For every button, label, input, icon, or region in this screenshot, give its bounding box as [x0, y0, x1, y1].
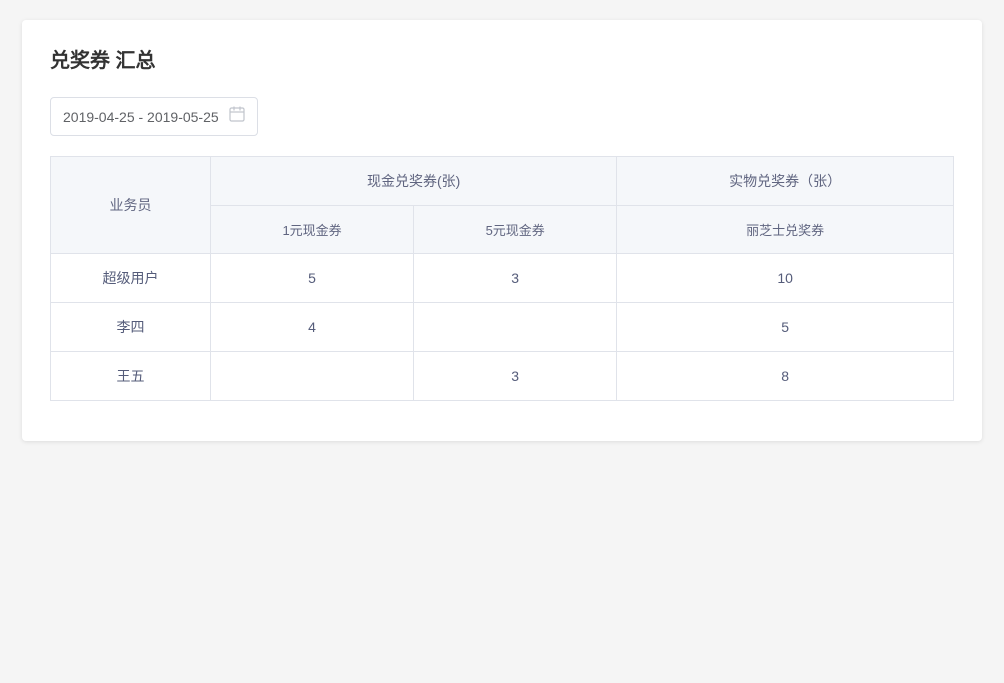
main-card: 兑奖券 汇总 2019-04-25 - 2019-05-25 业务员 现金兑奖券… — [22, 20, 982, 441]
cell-physical-1: 5 — [617, 303, 954, 352]
table-row: 李四4 5 — [51, 303, 954, 352]
cell-salesperson: 李四 — [51, 303, 211, 352]
col-physical-group: 实物兑奖券（张） — [617, 157, 954, 206]
col-physical-1: 丽芝士兑奖券 — [617, 206, 954, 254]
cell-cash-5 — [414, 303, 617, 352]
col-salesperson: 业务员 — [51, 157, 211, 254]
table-row: 王五 38 — [51, 352, 954, 401]
col-cash-5: 5元现金券 — [414, 206, 617, 254]
cell-physical-1: 8 — [617, 352, 954, 401]
calendar-icon — [229, 106, 245, 127]
col-cash-1: 1元现金券 — [211, 206, 414, 254]
date-picker-value: 2019-04-25 - 2019-05-25 — [63, 109, 219, 125]
cell-cash-1: 4 — [211, 303, 414, 352]
page-title: 兑奖券 汇总 — [50, 44, 954, 73]
table-row: 超级用户5310 — [51, 254, 954, 303]
cell-salesperson: 超级用户 — [51, 254, 211, 303]
cell-cash-1: 5 — [211, 254, 414, 303]
cell-cash-1 — [211, 352, 414, 401]
cell-salesperson: 王五 — [51, 352, 211, 401]
cell-cash-5: 3 — [414, 352, 617, 401]
summary-table: 业务员 现金兑奖券(张) 实物兑奖券（张） 1元现金券 5元现金券 丽芝士兑奖券… — [50, 156, 954, 401]
cell-cash-5: 3 — [414, 254, 617, 303]
date-picker[interactable]: 2019-04-25 - 2019-05-25 — [50, 97, 258, 136]
date-picker-wrapper: 2019-04-25 - 2019-05-25 — [50, 97, 954, 136]
cell-physical-1: 10 — [617, 254, 954, 303]
col-cash-group: 现金兑奖券(张) — [211, 157, 617, 206]
